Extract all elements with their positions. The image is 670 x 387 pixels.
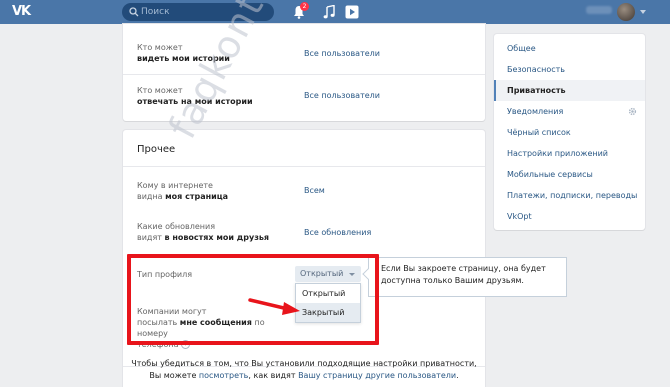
music-icon[interactable] (323, 5, 335, 19)
view-link[interactable]: посмотреть (199, 371, 249, 380)
menu-item-mobile[interactable]: Мобильные сервисы (494, 164, 645, 185)
internet-visibility-label: Кому в интернете видна моя страница (137, 181, 229, 201)
menu-item-vkopt[interactable]: VkOpt (494, 206, 645, 227)
notification-count-badge: 2 (300, 2, 309, 11)
stories-view-label: Кто может видеть мои истории (137, 43, 230, 63)
top-navigation-bar: VK 2 (0, 0, 670, 24)
privacy-footer: Чтобы убедиться в том, что Вы установили… (131, 359, 477, 380)
view-as-others-link[interactable]: Вашу страницу другие пользователи (298, 371, 456, 380)
settings-menu: Общее Безопасность Приватность Уведомлен… (494, 34, 645, 230)
internet-visibility-value[interactable]: Всем (304, 185, 325, 196)
menu-item-notifications[interactable]: Уведомления (494, 101, 645, 122)
highlight-arrow (248, 298, 300, 315)
search-input[interactable] (141, 4, 266, 20)
vk-logo[interactable]: VK (12, 4, 38, 20)
profile-type-tooltip: Если Вы закроете страницу, она будет дос… (362, 257, 567, 297)
gear-icon[interactable] (628, 107, 637, 116)
divider (123, 166, 485, 167)
chevron-down-icon[interactable] (640, 10, 646, 14)
menu-item-blacklist[interactable]: Чёрный список (494, 122, 645, 143)
menu-item-security[interactable]: Безопасность (494, 59, 645, 80)
divider (123, 74, 485, 75)
stories-reply-value[interactable]: Все пользователи (304, 90, 380, 101)
menu-item-app-settings[interactable]: Настройки приложений (494, 143, 645, 164)
news-updates-label: Какие обновления видят в новостях мои др… (137, 222, 270, 242)
search-icon (129, 7, 139, 17)
section-title: Прочее (137, 144, 176, 155)
search-box[interactable] (122, 3, 274, 21)
user-name-blurred[interactable] (586, 6, 612, 14)
menu-item-payments[interactable]: Платежи, подписки, переводы (494, 185, 645, 206)
menu-item-privacy[interactable]: Приватность (494, 80, 645, 101)
avatar[interactable] (617, 3, 635, 21)
stories-view-value[interactable]: Все пользователи (304, 48, 380, 59)
news-updates-value[interactable]: Все обновления (304, 227, 371, 238)
stories-reply-label: Кто может отвечать на мои истории (137, 86, 253, 106)
menu-item-general[interactable]: Общее (494, 38, 645, 59)
privacy-stories-card: Кто может видеть мои истории Все пользов… (123, 24, 485, 121)
video-play-icon[interactable] (345, 5, 359, 19)
